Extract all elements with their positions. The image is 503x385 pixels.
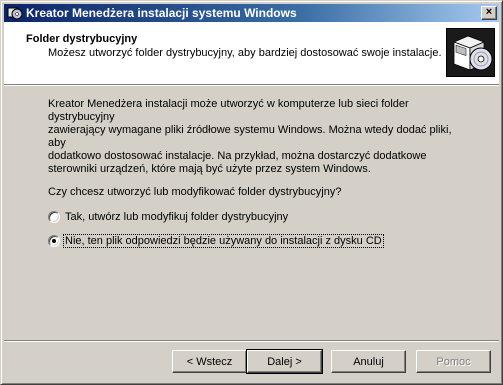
- wizard-header: Folder dystrybucyjny Możesz utworzyć fol…: [4, 22, 499, 84]
- page-title: Folder dystrybucyjny: [26, 33, 138, 45]
- radio-yes[interactable]: [48, 211, 60, 223]
- close-button[interactable]: ×: [481, 6, 497, 20]
- next-button[interactable]: Dalej >: [246, 349, 323, 374]
- close-icon: ×: [485, 6, 493, 18]
- question-label: Czy chcesz utworzyć lub modyfikować fold…: [48, 186, 342, 198]
- footer-divider: [4, 340, 499, 342]
- title-bar[interactable]: Kreator Menedżera instalacji systemu Win…: [4, 4, 499, 22]
- window-title: Kreator Menedżera instalacji systemu Win…: [26, 6, 297, 20]
- description-line: sterowniki urządzeń, które mają być użyt…: [48, 163, 371, 175]
- option-yes-label[interactable]: Tak, utwórz lub modyfikuj folder dystryb…: [64, 211, 289, 223]
- back-button[interactable]: < Wstecz: [172, 350, 247, 373]
- option-no[interactable]: Nie, ten plik odpowiedzi będzie używany …: [48, 233, 384, 249]
- cd-box-icon: [446, 28, 495, 77]
- description-line: dodatkowo dostosować instalacje. Na przy…: [48, 150, 427, 162]
- cancel-button[interactable]: Anuluj: [331, 350, 406, 373]
- help-button[interactable]: Pomoc: [416, 350, 491, 373]
- option-no-label[interactable]: Nie, ten plik odpowiedzi będzie używany …: [63, 234, 384, 248]
- page-subtitle: Możesz utworzyć folder dystrybucyjny, ab…: [48, 47, 442, 59]
- option-yes[interactable]: Tak, utwórz lub modyfikuj folder dystryb…: [48, 209, 289, 225]
- header-divider: [4, 84, 499, 86]
- wizard-window: Kreator Menedżera instalacji systemu Win…: [0, 0, 503, 385]
- setup-manager-icon: [7, 7, 23, 20]
- description-line: Kreator Menedżera instalacji może utworz…: [48, 98, 409, 123]
- radio-no[interactable]: [48, 235, 60, 247]
- description-line: zawierający wymagane pliki źródłowe syst…: [48, 124, 452, 149]
- description-text: Kreator Menedżera instalacji może utworz…: [48, 98, 468, 176]
